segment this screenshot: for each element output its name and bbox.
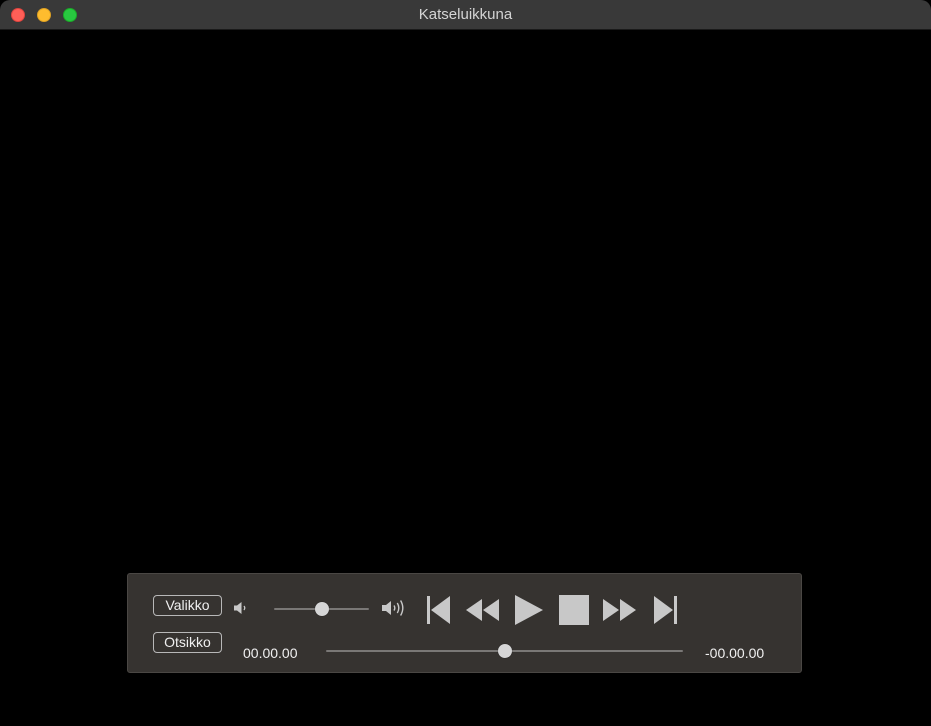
rewind-icon[interactable] (465, 598, 501, 622)
menu-button[interactable]: Valikko (153, 595, 222, 616)
playback-controller[interactable]: Valikko Otsikko 00.00.00 -00.00.00 (127, 573, 802, 673)
remaining-time: -00.00.00 (705, 645, 765, 661)
skip-back-icon[interactable] (425, 595, 453, 625)
play-icon[interactable] (513, 594, 545, 626)
title-bar[interactable]: Katseluikkuna (0, 0, 931, 30)
elapsed-time: 00.00.00 (243, 645, 298, 661)
dvd-player-window: Katseluikkuna Valikko Otsikko 00.00.00 -… (0, 0, 931, 726)
speaker-high-icon (382, 600, 404, 616)
volume-thumb[interactable] (314, 602, 329, 616)
volume-slider[interactable] (274, 602, 369, 616)
speaker-low-icon (234, 602, 246, 614)
title-button[interactable]: Otsikko (153, 632, 222, 653)
fast-forward-icon[interactable] (601, 598, 637, 622)
stop-icon[interactable] (559, 595, 589, 625)
seek-slider[interactable] (326, 644, 683, 658)
seek-thumb[interactable] (497, 644, 512, 658)
window-title: Katseluikkuna (418, 6, 513, 23)
skip-forward-icon[interactable] (651, 595, 679, 625)
